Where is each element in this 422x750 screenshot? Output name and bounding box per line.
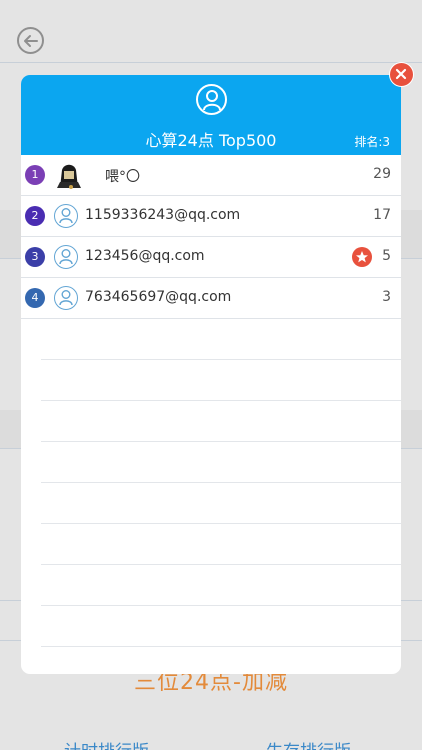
player-name: 喂°〇 <box>105 169 140 185</box>
empty-row <box>41 319 401 360</box>
player-name: 763465697@qq.com <box>85 289 232 305</box>
modal-header: 心算24点 Top500 排名:3 <box>21 75 401 155</box>
my-rank-label: 排名:3 <box>354 135 390 149</box>
back-button[interactable] <box>17 27 44 54</box>
rank-number: 1 <box>25 165 45 185</box>
leaderboard-list: 1 喂°〇 29 2 1159336243@qq.com 17 3 123456… <box>21 155 401 647</box>
rank-number: 3 <box>25 247 45 267</box>
player-score: 5 <box>382 248 391 264</box>
leaderboard-title: 心算24点 Top500 <box>145 131 277 150</box>
empty-row <box>41 606 401 647</box>
leaderboard-modal: 心算24点 Top500 排名:3 1 喂°〇 29 2 1159336243@… <box>21 75 401 674</box>
close-button[interactable] <box>389 62 414 87</box>
divider <box>0 62 422 63</box>
player-name: 123456@qq.com <box>85 248 205 264</box>
empty-row <box>41 565 401 606</box>
user-icon <box>54 204 78 228</box>
player-score: 3 <box>382 289 391 305</box>
survival-leaderboard-link[interactable]: 生存排行版 <box>266 737 351 750</box>
empty-row <box>41 442 401 483</box>
rank-number: 2 <box>25 206 45 226</box>
back-arrow-icon <box>24 35 38 47</box>
player-score: 17 <box>373 207 391 223</box>
empty-row <box>41 401 401 442</box>
leaderboard-row[interactable]: 1 喂°〇 29 <box>21 155 401 196</box>
timed-leaderboard-link[interactable]: 计时排行版 <box>64 737 149 750</box>
user-icon <box>54 245 78 269</box>
leaderboard-row[interactable]: 4 763465697@qq.com 3 <box>21 278 401 319</box>
empty-row <box>41 483 401 524</box>
leaderboard-row[interactable]: 3 123456@qq.com 5 <box>21 237 401 278</box>
player-score: 29 <box>373 166 391 182</box>
user-icon <box>54 286 78 310</box>
close-icon <box>395 68 407 80</box>
user-avatar-icon <box>196 84 227 115</box>
empty-row <box>41 360 401 401</box>
player-photo <box>54 160 84 190</box>
leaderboard-row[interactable]: 2 1159336243@qq.com 17 <box>21 196 401 237</box>
rank-number: 4 <box>25 288 45 308</box>
player-name: 1159336243@qq.com <box>85 207 241 223</box>
star-badge-icon <box>352 247 372 267</box>
empty-row <box>41 524 401 565</box>
